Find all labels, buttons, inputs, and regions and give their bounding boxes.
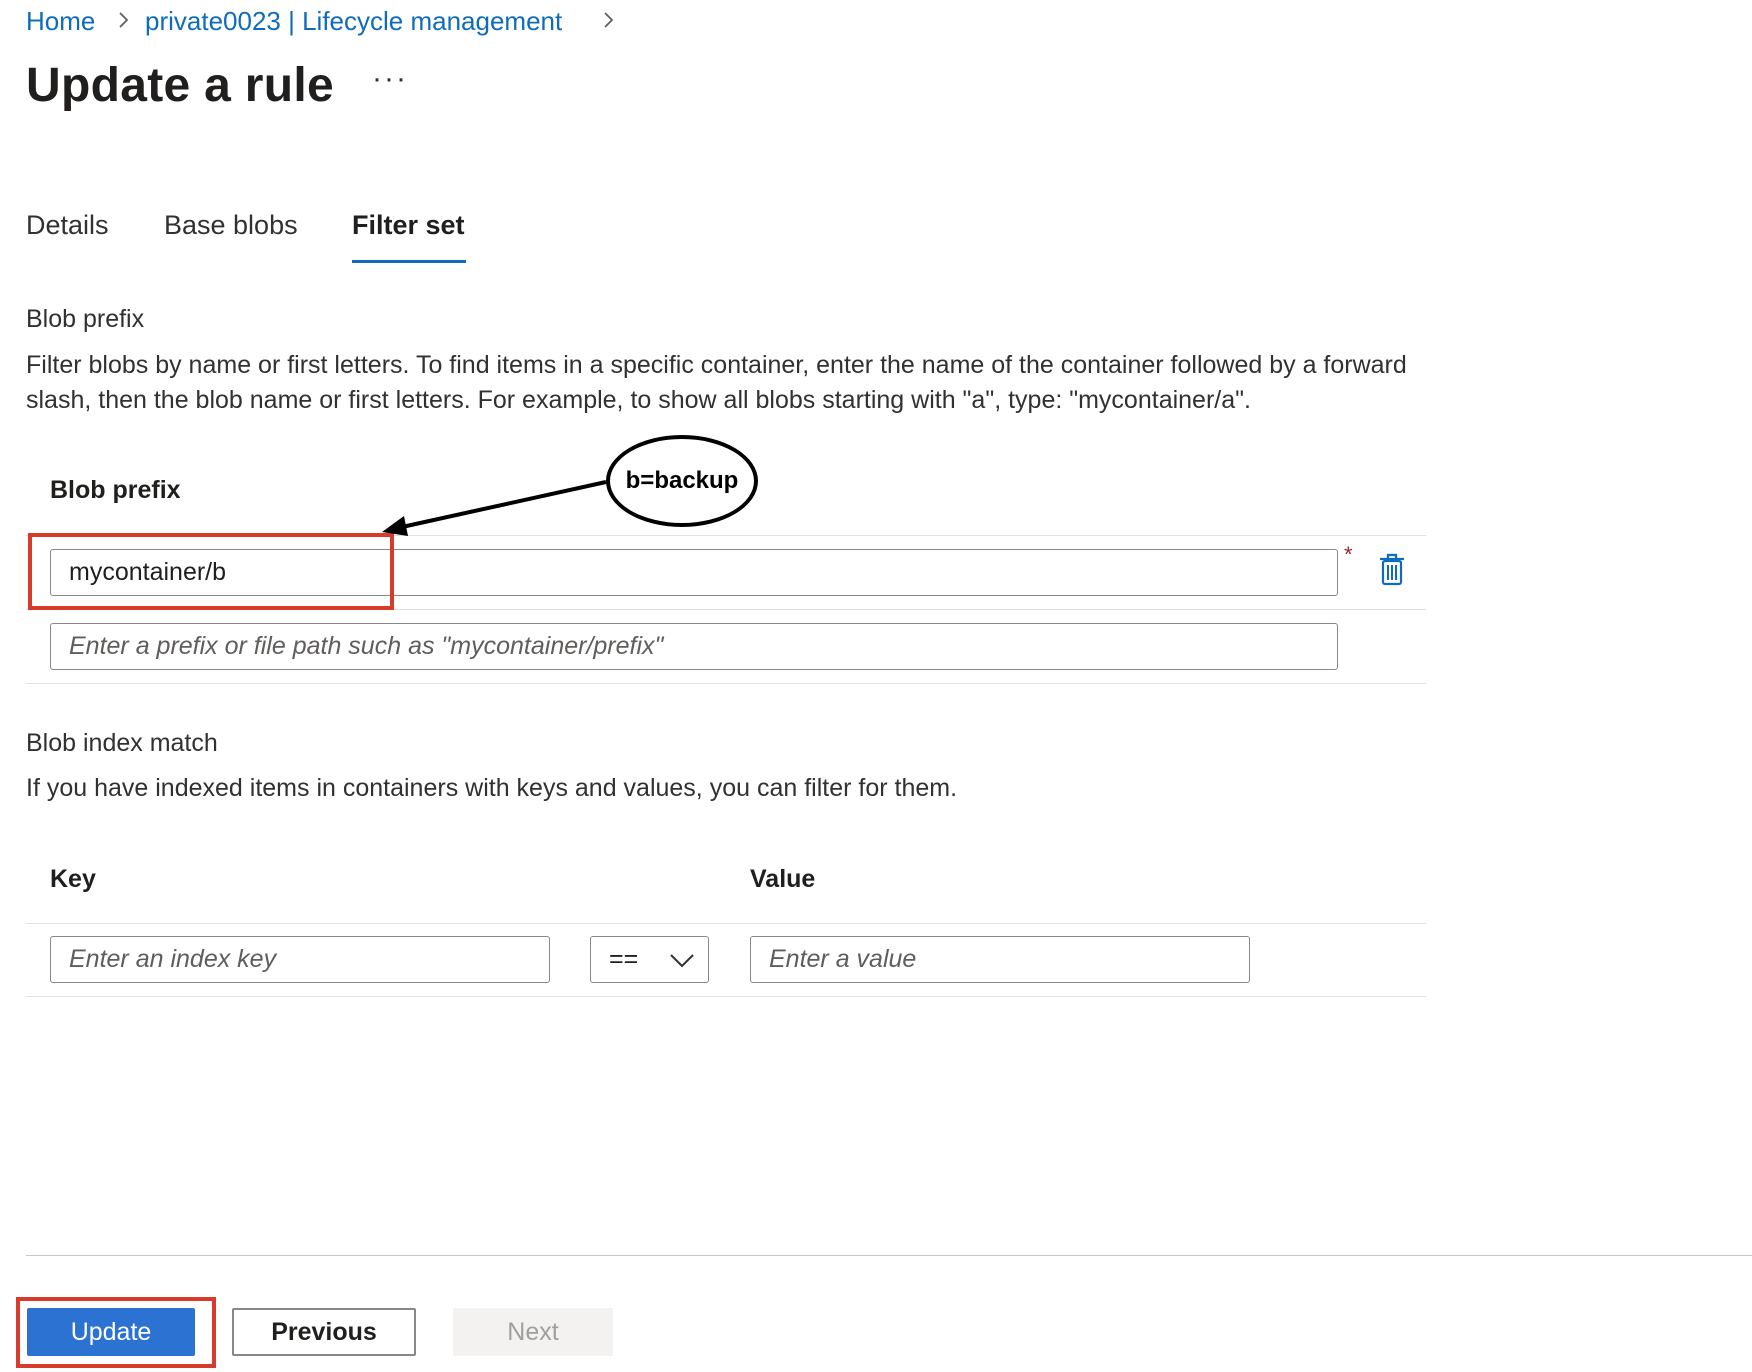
blob-prefix-heading: Blob prefix	[26, 305, 145, 333]
blob-prefix-new-input[interactable]: Enter a prefix or file path such as "myc…	[50, 623, 1338, 670]
operator-dropdown[interactable]: ==	[590, 936, 709, 983]
chevron-right-icon	[604, 12, 614, 28]
divider	[26, 923, 1426, 924]
key-column-header: Key	[50, 865, 96, 893]
blob-prefix-description: Filter blobs by name or first letters. T…	[26, 351, 1407, 414]
index-key-input[interactable]: Enter an index key	[50, 936, 550, 983]
blob-index-description: If you have indexed items in containers …	[26, 774, 958, 802]
chevron-down-icon	[670, 954, 694, 968]
tab-details[interactable]: Details	[26, 210, 109, 241]
tab-filter-set[interactable]: Filter set	[352, 210, 465, 241]
page-title: Update a rule	[26, 59, 334, 112]
next-button: Next	[453, 1308, 613, 1356]
divider	[26, 996, 1426, 997]
previous-button[interactable]: Previous	[232, 1308, 416, 1356]
index-value-input[interactable]: Enter a value	[750, 936, 1250, 983]
breadcrumb-home-link[interactable]: Home	[26, 6, 95, 37]
annotation-highlight-box	[28, 533, 394, 610]
delete-icon[interactable]	[1378, 553, 1406, 587]
breadcrumb-parent-link[interactable]: private0023 | Lifecycle management	[145, 6, 562, 37]
annotation-callout: b=backup	[606, 435, 758, 527]
operator-value: ==	[609, 945, 639, 973]
more-options-icon[interactable]: ···	[372, 62, 408, 96]
blob-prefix-column-header: Blob prefix	[50, 476, 181, 504]
footer-divider	[26, 1255, 1752, 1256]
blob-index-heading: Blob index match	[26, 729, 218, 757]
annotation-highlight-box	[16, 1297, 216, 1368]
annotation-arrow-icon	[382, 480, 607, 536]
divider	[26, 683, 1426, 684]
value-column-header: Value	[750, 865, 816, 893]
active-tab-indicator	[352, 260, 466, 263]
chevron-right-icon	[119, 12, 129, 28]
required-indicator: *	[1344, 542, 1353, 567]
tab-base-blobs[interactable]: Base blobs	[164, 210, 298, 241]
